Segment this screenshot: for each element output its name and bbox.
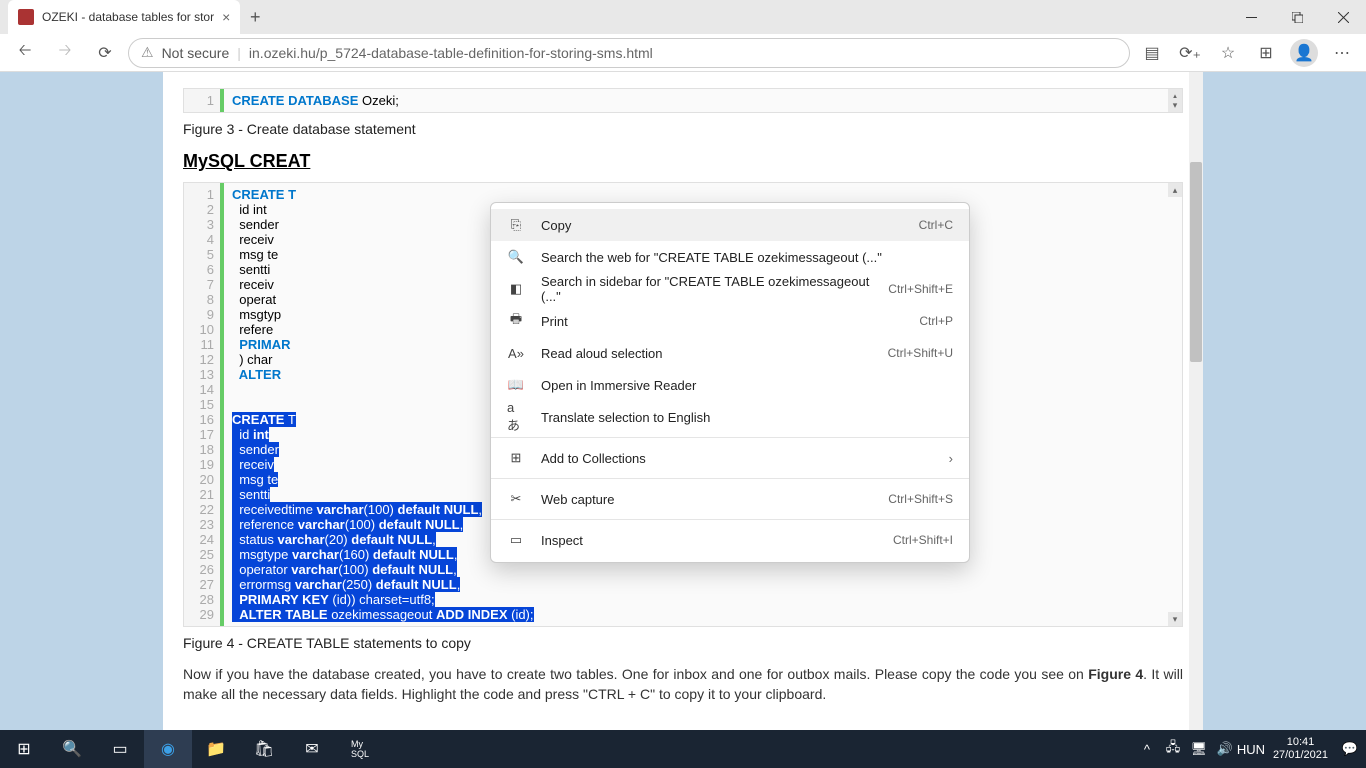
code-block-1[interactable]: 1 CREATE DATABASE Ozeki; ▴ ▾ xyxy=(183,88,1183,113)
inspect-icon: ▭ xyxy=(507,532,525,548)
ctx-add-collections[interactable]: ⊞ Add to Collections › xyxy=(491,442,969,474)
reader-mode-icon[interactable]: ▤ xyxy=(1136,37,1168,69)
refresh-button[interactable]: ⟳ xyxy=(88,36,122,70)
clock[interactable]: 10:4127/01/2021 xyxy=(1265,736,1336,762)
code-scrollbar-2[interactable]: ▴ ▾ xyxy=(1168,183,1182,626)
collections-icon[interactable]: ⊞ xyxy=(1250,37,1282,69)
scrollbar-thumb[interactable] xyxy=(1190,162,1202,362)
forward-button: 🡢 xyxy=(48,36,82,70)
close-window-button[interactable] xyxy=(1320,0,1366,34)
browser-toolbar: 🡠 🡢 ⟳ ⚠ Not secure | in.ozeki.hu/p_5724-… xyxy=(0,34,1366,72)
taskbar: ⊞ 🔍 ▭ ◉ 📁 🛍 ✉ MySQL ^ 🖧 🖥 🔊 HUN 10:4127/… xyxy=(0,730,1366,768)
search-button[interactable]: 🔍 xyxy=(48,730,96,768)
gutter: 1 xyxy=(184,89,224,112)
code[interactable]: CREATE DATABASE Ozeki; xyxy=(224,89,407,112)
read-aloud-icon: A» xyxy=(507,346,525,361)
tab-close-button[interactable]: × xyxy=(222,9,230,25)
security-label: Not secure xyxy=(162,45,230,61)
sidebar-search-icon: ◧ xyxy=(507,281,525,297)
maximize-button[interactable] xyxy=(1274,0,1320,34)
language-indicator[interactable]: HUN xyxy=(1239,730,1263,768)
ctx-web-capture[interactable]: ✂ Web capture Ctrl+Shift+S xyxy=(491,483,969,515)
ctx-inspect[interactable]: ▭ Inspect Ctrl+Shift+I xyxy=(491,524,969,556)
translate-icon: aあ xyxy=(507,400,525,434)
back-button[interactable]: 🡠 xyxy=(8,36,42,70)
content-area: 1 CREATE DATABASE Ozeki; ▴ ▾ Figure 3 - … xyxy=(0,72,1366,730)
more-menu-button[interactable]: ⋯ xyxy=(1326,37,1358,69)
browser-tab[interactable]: OZEKI - database tables for stor × xyxy=(8,0,240,34)
favicon-icon xyxy=(18,9,34,25)
mail-taskbar-icon[interactable]: ✉ xyxy=(288,730,336,768)
page-scrollbar[interactable] xyxy=(1189,72,1203,730)
context-menu: ⎘ Copy Ctrl+C 🔍 Search the web for "CREA… xyxy=(490,202,970,563)
ctx-translate[interactable]: aあ Translate selection to English xyxy=(491,401,969,433)
immersive-icon: 📖 xyxy=(507,377,525,393)
window-controls xyxy=(1228,0,1366,34)
search-icon: 🔍 xyxy=(507,249,525,265)
ctx-copy[interactable]: ⎘ Copy Ctrl+C xyxy=(491,209,969,241)
ctx-immersive-reader[interactable]: 📖 Open in Immersive Reader xyxy=(491,369,969,401)
chevron-right-icon: › xyxy=(949,451,953,466)
ctx-print[interactable]: 🖶 Print Ctrl+P xyxy=(491,305,969,337)
edge-taskbar-icon[interactable]: ◉ xyxy=(144,730,192,768)
collections-add-icon: ⊞ xyxy=(507,450,525,466)
copy-icon: ⎘ xyxy=(507,217,525,233)
figure-3-caption: Figure 3 - Create database statement xyxy=(183,121,1183,137)
url-domain: in.ozeki.hu xyxy=(249,45,316,61)
separator xyxy=(491,519,969,520)
monitor-icon[interactable]: 🖥 xyxy=(1187,730,1211,768)
minimize-button[interactable] xyxy=(1228,0,1274,34)
ctx-read-aloud[interactable]: A» Read aloud selection Ctrl+Shift+U xyxy=(491,337,969,369)
paragraph: Now if you have the database created, yo… xyxy=(183,665,1183,704)
favorite-icon[interactable]: ☆ xyxy=(1212,37,1244,69)
capture-icon: ✂ xyxy=(507,491,525,507)
heading-mysql-create: MySQL CREAT xyxy=(183,151,1183,172)
volume-icon[interactable]: 🔊 xyxy=(1213,730,1237,768)
figure-4-caption: Figure 4 - CREATE TABLE statements to co… xyxy=(183,635,1183,651)
address-bar[interactable]: ⚠ Not secure | in.ozeki.hu/p_5724-databa… xyxy=(128,38,1130,68)
explorer-taskbar-icon[interactable]: 📁 xyxy=(192,730,240,768)
url-path: /p_5724-database-table-definition-for-st… xyxy=(316,45,653,61)
tab-title: OZEKI - database tables for stor xyxy=(42,10,214,24)
titlebar: OZEKI - database tables for stor × + xyxy=(0,0,1366,34)
mysql-taskbar-icon[interactable]: MySQL xyxy=(336,730,384,768)
gutter-2: 1234567891011121314151617181920212223242… xyxy=(184,183,224,626)
tray-chevron-icon[interactable]: ^ xyxy=(1135,730,1159,768)
print-icon: 🖶 xyxy=(507,310,525,332)
ctx-search-web[interactable]: 🔍 Search the web for "CREATE TABLE ozeki… xyxy=(491,241,969,273)
profile-button[interactable]: 👤 xyxy=(1288,37,1320,69)
new-tab-button[interactable]: + xyxy=(240,0,270,34)
separator xyxy=(491,437,969,438)
security-warning-icon: ⚠ xyxy=(141,44,154,61)
sync-icon[interactable]: ⟳₊ xyxy=(1174,37,1206,69)
network-icon[interactable]: 🖧 xyxy=(1161,730,1185,768)
ctx-search-sidebar[interactable]: ◧ Search in sidebar for "CREATE TABLE oz… xyxy=(491,273,969,305)
task-view-button[interactable]: ▭ xyxy=(96,730,144,768)
store-taskbar-icon[interactable]: 🛍 xyxy=(240,730,288,768)
start-button[interactable]: ⊞ xyxy=(0,730,48,768)
system-tray: ^ 🖧 🖥 🔊 HUN 10:4127/01/2021 💬 xyxy=(1135,730,1366,768)
code-scrollbar[interactable]: ▴ ▾ xyxy=(1168,89,1182,112)
separator xyxy=(491,478,969,479)
notifications-icon[interactable]: 💬 xyxy=(1338,730,1362,768)
